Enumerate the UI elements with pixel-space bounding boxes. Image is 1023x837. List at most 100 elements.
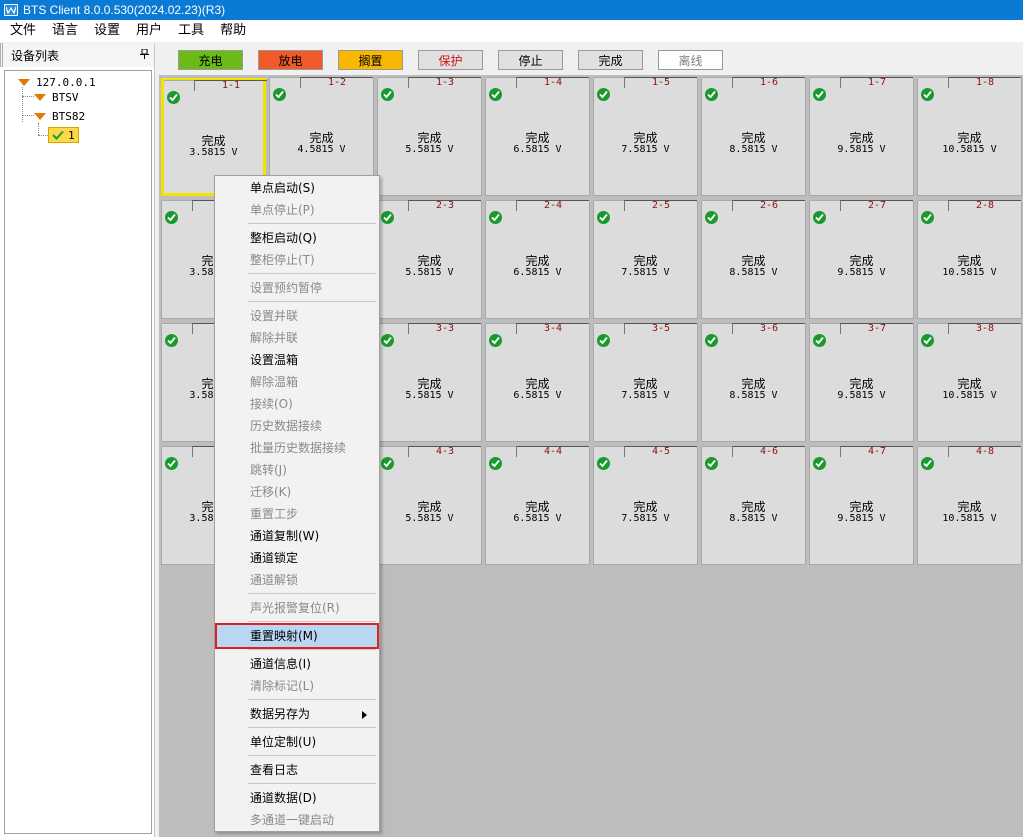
channel-cell[interactable]: 3-8 完成 10.5815 V xyxy=(917,323,1022,442)
menu-item-label: 通道数据(D) xyxy=(250,791,317,805)
context-menu-item[interactable]: 数据另存为 xyxy=(217,703,377,725)
context-menu-item[interactable]: 设置预约暂停 xyxy=(217,277,377,299)
channel-id: 3-5 xyxy=(624,323,697,334)
menu-1[interactable]: 语言 xyxy=(45,20,87,42)
complete-check-icon xyxy=(489,211,502,224)
context-menu-item[interactable]: 通道数据(D) xyxy=(217,787,377,809)
channel-cell[interactable]: 4-7 完成 9.5815 V xyxy=(809,446,914,565)
context-menu-item[interactable]: 单点启动(S) xyxy=(217,177,377,199)
context-menu-item[interactable]: 设置并联 xyxy=(217,305,377,327)
complete-check-icon xyxy=(921,88,934,101)
channel-cell[interactable]: 2-4 完成 6.5815 V xyxy=(485,200,590,319)
status-legend-button[interactable]: 完成 xyxy=(578,50,643,70)
menu-item-label: 清除标记(L) xyxy=(250,679,315,693)
channel-cell[interactable]: 4-8 完成 10.5815 V xyxy=(917,446,1022,565)
channel-voltage: 7.5815 V xyxy=(621,513,670,524)
context-menu-item[interactable]: 重置映射(M) xyxy=(215,623,379,649)
menu-bar: 文件 语言 设置 用户 工具 帮助 xyxy=(0,20,1023,42)
channel-cell[interactable]: 3-3 完成 5.5815 V xyxy=(377,323,482,442)
channel-cell[interactable]: 4-3 完成 5.5815 V xyxy=(377,446,482,565)
menu-3[interactable]: 用户 xyxy=(129,20,171,42)
complete-check-icon xyxy=(489,334,502,347)
channel-cell[interactable]: 2-5 完成 7.5815 V xyxy=(593,200,698,319)
tree-node-bts82[interactable]: BTS82 xyxy=(34,108,85,124)
status-legend-button[interactable]: 放电 xyxy=(258,50,323,70)
context-menu-item[interactable]: 通道复制(W) xyxy=(217,525,377,547)
menu-item-label: 通道信息(I) xyxy=(250,657,311,671)
context-menu-item[interactable]: 设置温箱 xyxy=(217,349,377,371)
context-menu-item[interactable]: 清除标记(L) xyxy=(217,675,377,697)
channel-id: 1-5 xyxy=(624,77,697,88)
complete-check-icon xyxy=(813,211,826,224)
checkmark-icon xyxy=(52,130,64,140)
complete-check-icon xyxy=(813,457,826,470)
context-menu-item[interactable]: 批量历史数据接续 xyxy=(217,437,377,459)
menu-item-label: 设置预约暂停 xyxy=(250,281,323,295)
status-legend-button[interactable]: 停止 xyxy=(498,50,563,70)
context-menu-item[interactable]: 查看日志 xyxy=(217,759,377,781)
context-menu-item[interactable]: 整柜停止(T) xyxy=(217,249,377,271)
channel-cell[interactable]: 1-8 完成 10.5815 V xyxy=(917,77,1022,196)
channel-cell[interactable]: 1-5 完成 7.5815 V xyxy=(593,77,698,196)
context-menu-item[interactable]: 单位定制(U) xyxy=(217,731,377,753)
context-menu-item[interactable]: 多通道一键启动 xyxy=(217,809,377,831)
menu-5[interactable]: 帮助 xyxy=(213,20,255,42)
channel-id: 2-5 xyxy=(624,200,697,211)
channel-cell[interactable]: 1-3 完成 5.5815 V xyxy=(377,77,482,196)
complete-check-icon xyxy=(813,88,826,101)
menu-item-label: 解除温箱 xyxy=(250,375,299,389)
channel-voltage: 8.5815 V xyxy=(729,267,778,278)
context-menu-item[interactable]: 接续(O) xyxy=(217,393,377,415)
device-tree[interactable]: 127.0.0.1 BTSV BTS82 1 xyxy=(4,70,152,834)
channel-cell[interactable]: 3-7 完成 9.5815 V xyxy=(809,323,914,442)
context-menu-item[interactable]: 重置工步 xyxy=(217,503,377,525)
channel-voltage: 8.5815 V xyxy=(729,390,778,401)
channel-cell[interactable]: 4-5 完成 7.5815 V xyxy=(593,446,698,565)
channel-voltage: 5.5815 V xyxy=(405,144,454,155)
channel-voltage: 7.5815 V xyxy=(621,390,670,401)
status-legend-button[interactable]: 保护 xyxy=(418,50,483,70)
menu-4[interactable]: 工具 xyxy=(171,20,213,42)
channel-voltage: 6.5815 V xyxy=(513,267,562,278)
context-menu-item[interactable]: 解除并联 xyxy=(217,327,377,349)
channel-cell[interactable]: 3-5 完成 7.5815 V xyxy=(593,323,698,442)
channel-cell[interactable]: 1-4 完成 6.5815 V xyxy=(485,77,590,196)
menu-0[interactable]: 文件 xyxy=(3,20,45,42)
panel-title: 设备列表 xyxy=(11,48,60,63)
channel-cell[interactable]: 2-6 完成 8.5815 V xyxy=(701,200,806,319)
menu-2[interactable]: 设置 xyxy=(87,20,129,42)
channel-cell[interactable]: 3-4 完成 6.5815 V xyxy=(485,323,590,442)
channel-cell[interactable]: 4-4 完成 6.5815 V xyxy=(485,446,590,565)
status-legend-button[interactable]: 充电 xyxy=(178,50,243,70)
channel-id: 1-2 xyxy=(300,77,373,88)
context-menu-item[interactable]: 通道信息(I) xyxy=(217,653,377,675)
complete-check-icon xyxy=(165,334,178,347)
channel-cell[interactable]: 4-6 完成 8.5815 V xyxy=(701,446,806,565)
tree-node-unit-1[interactable]: 1 xyxy=(48,127,79,143)
tree-node-btsv[interactable]: BTSV xyxy=(34,89,79,105)
tree-node-label: 127.0.0.1 xyxy=(36,75,96,89)
channel-cell[interactable]: 1-6 完成 8.5815 V xyxy=(701,77,806,196)
complete-check-icon xyxy=(381,88,394,101)
menu-item-label: 声光报警复位(R) xyxy=(250,601,340,615)
context-menu-item[interactable]: 声光报警复位(R) xyxy=(217,597,377,619)
tree-node-host[interactable]: 127.0.0.1 xyxy=(18,74,96,90)
channel-id: 1-7 xyxy=(840,77,913,88)
context-menu-item[interactable]: 迁移(K) xyxy=(217,481,377,503)
channel-cell[interactable]: 2-3 完成 5.5815 V xyxy=(377,200,482,319)
channel-cell[interactable]: 2-7 完成 9.5815 V xyxy=(809,200,914,319)
channel-voltage: 9.5815 V xyxy=(837,267,886,278)
context-menu-item[interactable]: 通道锁定 xyxy=(217,547,377,569)
context-menu-item[interactable]: 跳转(J) xyxy=(217,459,377,481)
context-menu-item[interactable]: 通道解锁 xyxy=(217,569,377,591)
status-legend-button[interactable]: 离线 xyxy=(658,50,723,70)
channel-cell[interactable]: 3-6 完成 8.5815 V xyxy=(701,323,806,442)
pin-icon[interactable] xyxy=(140,48,149,62)
context-menu-item[interactable]: 历史数据接续 xyxy=(217,415,377,437)
context-menu-item[interactable]: 解除温箱 xyxy=(217,371,377,393)
channel-cell[interactable]: 2-8 完成 10.5815 V xyxy=(917,200,1022,319)
context-menu-item[interactable]: 整柜启动(Q) xyxy=(217,227,377,249)
context-menu-item[interactable]: 单点停止(P) xyxy=(217,199,377,221)
channel-cell[interactable]: 1-7 完成 9.5815 V xyxy=(809,77,914,196)
status-legend-button[interactable]: 搁置 xyxy=(338,50,403,70)
